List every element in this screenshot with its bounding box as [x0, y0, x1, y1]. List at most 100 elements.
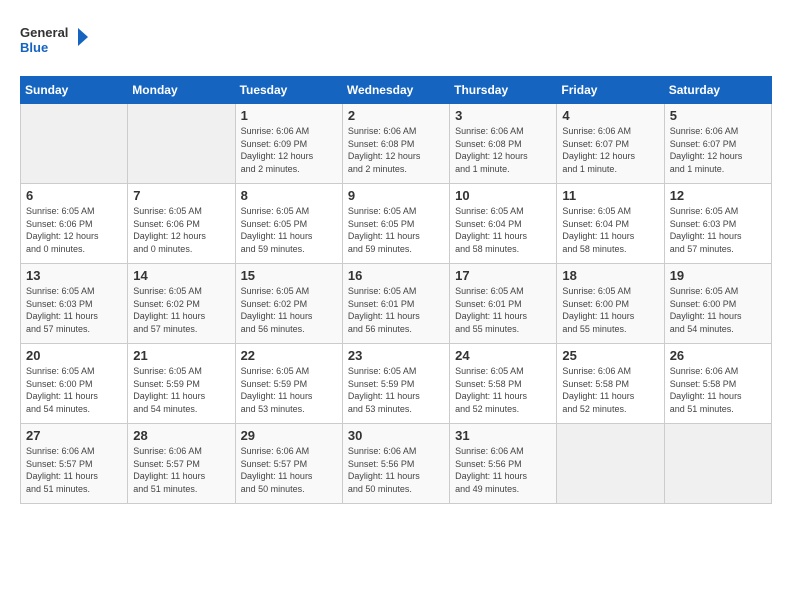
day-cell: 14Sunrise: 6:05 AM Sunset: 6:02 PM Dayli… — [128, 264, 235, 344]
svg-text:Blue: Blue — [20, 40, 48, 55]
day-number: 1 — [241, 108, 337, 123]
day-cell: 31 Sunrise: 6:06 AM Sunset: 5:56 PM Dayli… — [450, 424, 557, 504]
day-info: Sunrise: 6:06 AM Sunset: 6:08 PM Dayligh… — [348, 125, 444, 175]
day-number: 21 — [133, 348, 229, 363]
day-cell: 10 Sunrise: 6:05 AM Sunset: 6:04 PM Dayli… — [450, 184, 557, 264]
day-info: Sunrise: 6:06 AM Sunset: 6:08 PM Dayligh… — [455, 125, 551, 175]
header-row: SundayMondayTuesdayWednesdayThursdayFrid… — [21, 77, 772, 104]
header-cell-monday: Monday — [128, 77, 235, 104]
day-info: Sunrise: 6:05 AM Sunset: 5:58 PM Dayligh… — [455, 365, 551, 415]
day-cell: 30 Sunrise: 6:06 AM Sunset: 5:56 PM Dayli… — [342, 424, 449, 504]
day-number: 16 — [348, 268, 444, 283]
day-info: Sunrise: 6:06 AM Sunset: 5:58 PM Dayligh… — [562, 365, 658, 415]
day-number: 18 — [562, 268, 658, 283]
day-info: Sunrise: 6:06 AM Sunset: 5:56 PM Dayligh… — [455, 445, 551, 495]
day-cell — [557, 424, 664, 504]
day-number: 9 — [348, 188, 444, 203]
header-cell-saturday: Saturday — [664, 77, 771, 104]
calendar-header: SundayMondayTuesdayWednesdayThursdayFrid… — [21, 77, 772, 104]
day-cell: 8 Sunrise: 6:05 AM Sunset: 6:05 PM Daylig… — [235, 184, 342, 264]
day-number: 8 — [241, 188, 337, 203]
day-cell: 13 Sunrise: 6:05 AM Sunset: 6:03 PM Dayli… — [21, 264, 128, 344]
day-number: 25 — [562, 348, 658, 363]
day-cell — [128, 104, 235, 184]
day-cell: 24 Sunrise: 6:05 AM Sunset: 5:58 PM Dayli… — [450, 344, 557, 424]
header-cell-tuesday: Tuesday — [235, 77, 342, 104]
day-info: Sunrise: 6:05 AM Sunset: 6:00 PM Dayligh… — [26, 365, 122, 415]
day-number: 4 — [562, 108, 658, 123]
logo: General Blue — [20, 20, 90, 60]
day-number: 3 — [455, 108, 551, 123]
day-cell — [21, 104, 128, 184]
day-cell: 27Sunrise: 6:06 AM Sunset: 5:57 PM Dayli… — [21, 424, 128, 504]
day-number: 31 — [455, 428, 551, 443]
day-cell: 17 Sunrise: 6:05 AM Sunset: 6:01 PM Dayli… — [450, 264, 557, 344]
day-number: 26 — [670, 348, 766, 363]
day-number: 12 — [670, 188, 766, 203]
day-number: 27 — [26, 428, 122, 443]
day-number: 14 — [133, 268, 229, 283]
header-cell-wednesday: Wednesday — [342, 77, 449, 104]
day-cell: 25 Sunrise: 6:06 AM Sunset: 5:58 PM Dayli… — [557, 344, 664, 424]
day-cell: 18 Sunrise: 6:05 AM Sunset: 6:00 PM Dayli… — [557, 264, 664, 344]
day-number: 23 — [348, 348, 444, 363]
day-number: 24 — [455, 348, 551, 363]
day-cell: 28Sunrise: 6:06 AM Sunset: 5:57 PM Dayli… — [128, 424, 235, 504]
day-info: Sunrise: 6:05 AM Sunset: 6:05 PM Dayligh… — [348, 205, 444, 255]
header-cell-friday: Friday — [557, 77, 664, 104]
day-cell: 3 Sunrise: 6:06 AM Sunset: 6:08 PM Daylig… — [450, 104, 557, 184]
day-info: Sunrise: 6:06 AM Sunset: 5:57 PM Dayligh… — [241, 445, 337, 495]
day-number: 20 — [26, 348, 122, 363]
day-number: 17 — [455, 268, 551, 283]
day-number: 22 — [241, 348, 337, 363]
day-cell: 7 Sunrise: 6:05 AM Sunset: 6:06 PM Daylig… — [128, 184, 235, 264]
day-info: Sunrise: 6:05 AM Sunset: 6:03 PM Dayligh… — [670, 205, 766, 255]
day-info: Sunrise: 6:05 AM Sunset: 6:01 PM Dayligh… — [455, 285, 551, 335]
day-number: 29 — [241, 428, 337, 443]
day-cell: 1 Sunrise: 6:06 AM Sunset: 6:09 PM Daylig… — [235, 104, 342, 184]
day-info: Sunrise: 6:06 AM Sunset: 5:57 PM Dayligh… — [133, 445, 229, 495]
day-cell: 15 Sunrise: 6:05 AM Sunset: 6:02 PM Dayli… — [235, 264, 342, 344]
day-number: 10 — [455, 188, 551, 203]
day-info: Sunrise: 6:05 AM Sunset: 6:02 PM Dayligh… — [241, 285, 337, 335]
day-number: 7 — [133, 188, 229, 203]
day-info: Sunrise: 6:06 AM Sunset: 6:09 PM Dayligh… — [241, 125, 337, 175]
day-cell: 6Sunrise: 6:05 AM Sunset: 6:06 PM Daylig… — [21, 184, 128, 264]
header-cell-thursday: Thursday — [450, 77, 557, 104]
day-info: Sunrise: 6:06 AM Sunset: 6:07 PM Dayligh… — [562, 125, 658, 175]
day-info: Sunrise: 6:06 AM Sunset: 5:56 PM Dayligh… — [348, 445, 444, 495]
day-number: 2 — [348, 108, 444, 123]
day-cell: 19 Sunrise: 6:05 AM Sunset: 6:00 PM Dayli… — [664, 264, 771, 344]
day-info: Sunrise: 6:05 AM Sunset: 6:03 PM Dayligh… — [26, 285, 122, 335]
week-row-5: 27 Sunrise: 6:06 AM Sunset: 5:57 PM Dayli… — [21, 424, 772, 504]
day-cell: 2 Sunrise: 6:06 AM Sunset: 6:08 PM Daylig… — [342, 104, 449, 184]
day-info: Sunrise: 6:05 AM Sunset: 5:59 PM Dayligh… — [241, 365, 337, 415]
day-cell: 23 Sunrise: 6:05 AM Sunset: 5:59 PM Dayli… — [342, 344, 449, 424]
day-info: Sunrise: 6:05 AM Sunset: 6:04 PM Dayligh… — [455, 205, 551, 255]
week-row-1: 1 Sunrise: 6:06 AM Sunset: 6:09 PM Daylig… — [21, 104, 772, 184]
day-cell: 20 Sunrise: 6:05 AM Sunset: 6:00 PM Dayli… — [21, 344, 128, 424]
day-info: Sunrise: 6:06 AM Sunset: 6:07 PM Dayligh… — [670, 125, 766, 175]
page-header: General Blue — [20, 20, 772, 60]
week-row-4: 20 Sunrise: 6:05 AM Sunset: 6:00 PM Dayli… — [21, 344, 772, 424]
day-number: 30 — [348, 428, 444, 443]
day-cell: 9 Sunrise: 6:05 AM Sunset: 6:05 PM Daylig… — [342, 184, 449, 264]
day-cell: 22 Sunrise: 6:05 AM Sunset: 5:59 PM Dayli… — [235, 344, 342, 424]
day-cell: 21Sunrise: 6:05 AM Sunset: 5:59 PM Dayli… — [128, 344, 235, 424]
day-cell: 11Sunrise: 6:05 AM Sunset: 6:04 PM Dayli… — [557, 184, 664, 264]
day-info: Sunrise: 6:05 AM Sunset: 6:06 PM Dayligh… — [133, 205, 229, 255]
day-info: Sunrise: 6:05 AM Sunset: 6:05 PM Dayligh… — [241, 205, 337, 255]
calendar-table: SundayMondayTuesdayWednesdayThursdayFrid… — [20, 76, 772, 504]
day-info: Sunrise: 6:05 AM Sunset: 6:00 PM Dayligh… — [562, 285, 658, 335]
day-number: 15 — [241, 268, 337, 283]
day-cell: 12 Sunrise: 6:05 AM Sunset: 6:03 PM Dayli… — [664, 184, 771, 264]
week-row-3: 13 Sunrise: 6:05 AM Sunset: 6:03 PM Dayli… — [21, 264, 772, 344]
header-cell-sunday: Sunday — [21, 77, 128, 104]
day-info: Sunrise: 6:05 AM Sunset: 6:06 PM Dayligh… — [26, 205, 122, 255]
day-info: Sunrise: 6:05 AM Sunset: 6:00 PM Dayligh… — [670, 285, 766, 335]
day-info: Sunrise: 6:05 AM Sunset: 5:59 PM Dayligh… — [348, 365, 444, 415]
day-number: 19 — [670, 268, 766, 283]
day-info: Sunrise: 6:05 AM Sunset: 6:04 PM Dayligh… — [562, 205, 658, 255]
day-number: 13 — [26, 268, 122, 283]
week-row-2: 6Sunrise: 6:05 AM Sunset: 6:06 PM Daylig… — [21, 184, 772, 264]
